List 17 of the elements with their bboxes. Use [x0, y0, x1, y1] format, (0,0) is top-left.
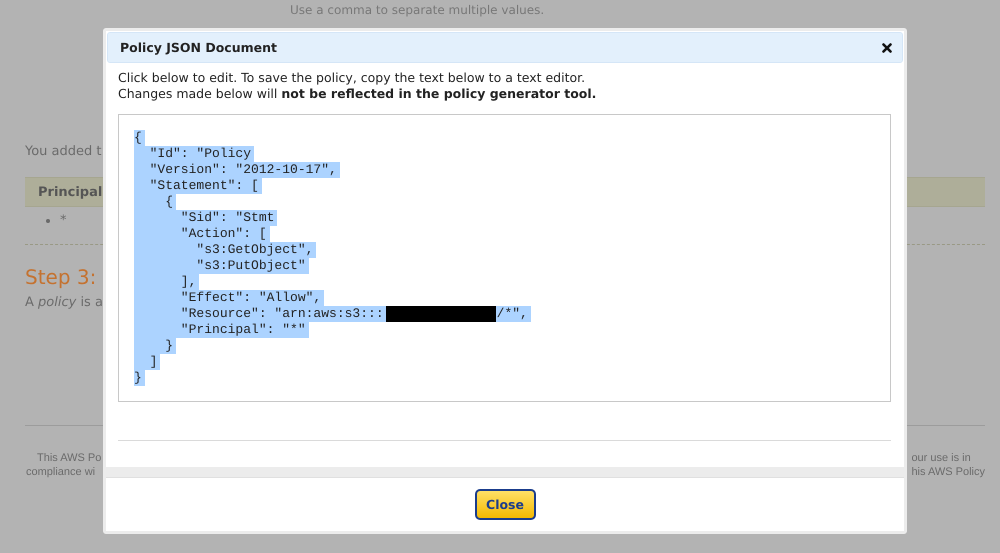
bullet-icon [46, 218, 50, 222]
hint-text: Use a comma to separate multiple values. [290, 3, 544, 17]
body-text: A policy is a [25, 295, 103, 310]
footer-text: his AWS Policy [911, 465, 985, 479]
code-editor[interactable]: { "Id": "Policy "Version": "2012-10-17", "Statement": [ { "Sid": "Stmt "Action": [ "s3:GetObject", "s3:PutObject" ], "Effect": "Allow", "Resource": "arn:aws:s3::: /*", "Principal": "*" } ] } [118, 114, 891, 402]
dialog-title: Policy JSON Document [120, 40, 277, 55]
body-text: You added t [25, 144, 102, 159]
instruction-text: Changes made below will not be reflected in the policy generator tool. [118, 86, 598, 102]
column-header: Principal [38, 184, 102, 200]
list-item: * [60, 213, 66, 228]
footer-text: compliance wi [26, 465, 96, 479]
instruction-text: Click below to edit. To save the policy, copy the text below to a text editor. [118, 70, 586, 86]
close-button[interactable]: Close [474, 489, 536, 520]
footer-text: This AWS Po [37, 451, 102, 465]
close-icon[interactable] [882, 42, 892, 52]
footer-text: our use is in [911, 451, 971, 465]
step-heading: Step 3: [25, 265, 96, 289]
